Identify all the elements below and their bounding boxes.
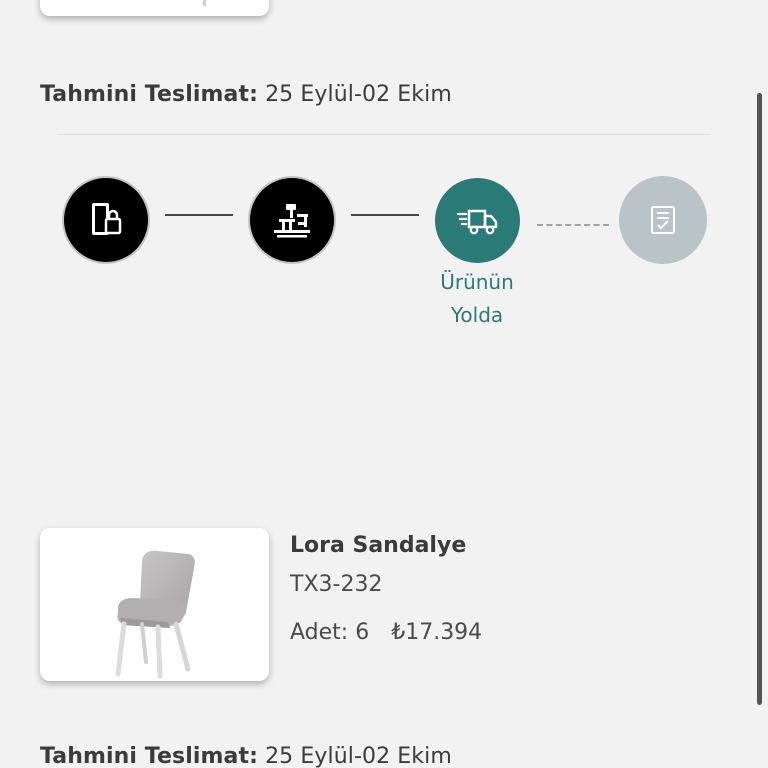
product-meta: Adet: 6 ₺17.394: [290, 620, 482, 645]
estimated-delivery: Tahmini Teslimat: 25 Eylül-02 Ekim: [40, 82, 452, 107]
order-tracking-page: Tahmini Teslimat: 25 Eylül-02 Ekim Ürünü…: [0, 0, 768, 768]
product-price: ₺17.394: [391, 620, 483, 645]
delivered-receipt-icon: [651, 206, 675, 234]
estimated-delivery-range: 25 Eylül-02 Ekim: [265, 744, 452, 768]
step-label-line: Ürünün: [440, 270, 514, 294]
step-production: [248, 176, 336, 264]
step-connector: [165, 214, 233, 216]
previous-product-card[interactable]: [40, 0, 269, 16]
step-in-transit-label: Ürünün Yolda: [417, 266, 537, 332]
step-connector-pending: [537, 224, 609, 226]
step-delivered: [619, 176, 707, 264]
step-label-line: Yolda: [450, 303, 504, 327]
step-in-transit: [435, 178, 520, 263]
order-door-icon: [92, 203, 122, 235]
step-connector: [351, 214, 419, 216]
product-name: Lora Sandalye: [290, 533, 467, 558]
production-workshop-icon: [274, 204, 310, 238]
estimated-delivery-label: Tahmini Teslimat:: [40, 82, 258, 107]
estimated-delivery-label: Tahmini Teslimat:: [40, 744, 258, 768]
chair-image: [115, 550, 195, 678]
scrollbar[interactable]: [757, 93, 762, 705]
estimated-delivery-next: Tahmini Teslimat: 25 Eylül-02 Ekim: [40, 744, 452, 768]
product-code: TX3-232: [290, 572, 383, 597]
step-order-received: [62, 176, 150, 264]
delivery-truck-icon: [456, 209, 497, 234]
product-quantity: Adet: 6: [290, 620, 370, 645]
product-image-card[interactable]: [40, 528, 269, 681]
previous-product-image-fragment: [203, 0, 206, 6]
divider: [57, 134, 711, 135]
estimated-delivery-range: 25 Eylül-02 Ekim: [265, 82, 452, 107]
